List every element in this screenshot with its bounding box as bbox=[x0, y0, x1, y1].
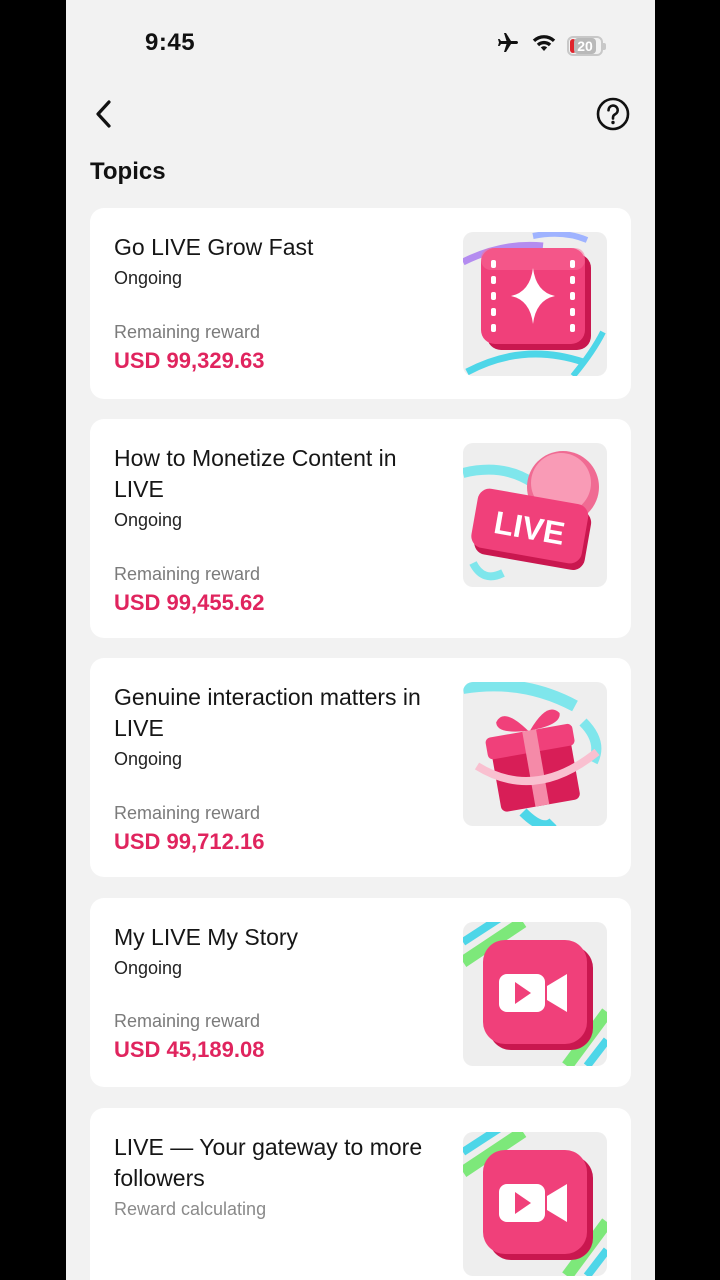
battery-icon: 20 bbox=[567, 35, 606, 56]
question-circle-icon bbox=[596, 97, 630, 131]
reward-value: USD 45,189.08 bbox=[114, 1037, 265, 1062]
topic-status: Reward calculating bbox=[114, 1199, 267, 1219]
airplane-icon bbox=[495, 31, 521, 60]
phone-screen: 9:45 20 Topics Go LIVE Grow Fast Ongoing… bbox=[66, 0, 655, 1280]
topic-status: Ongoing bbox=[114, 510, 183, 530]
live-badge-icon: LIVE bbox=[463, 451, 599, 581]
topic-thumbnail[interactable] bbox=[463, 922, 607, 1066]
reward-value: USD 99,455.62 bbox=[114, 590, 265, 615]
topic-status: Ongoing bbox=[114, 268, 183, 288]
reward-value: USD 99,329.63 bbox=[114, 348, 265, 373]
reward-label: Remaining reward bbox=[114, 322, 261, 342]
battery-level: 20 bbox=[574, 37, 596, 54]
topic-status: Ongoing bbox=[114, 958, 183, 978]
topic-card[interactable]: LIVE — Your gateway to more followers Re… bbox=[90, 1108, 631, 1280]
topic-card[interactable]: My LIVE My Story Ongoing Remaining rewar… bbox=[90, 898, 631, 1087]
help-button[interactable] bbox=[595, 96, 631, 132]
reward-label: Remaining reward bbox=[114, 564, 261, 584]
topic-card[interactable]: Go LIVE Grow Fast Ongoing Remaining rewa… bbox=[90, 208, 631, 399]
topic-thumbnail[interactable] bbox=[463, 682, 607, 826]
topic-title: LIVE — Your gateway to more followers bbox=[114, 1134, 423, 1191]
video-camera-icon bbox=[463, 1132, 607, 1276]
gift-box-icon bbox=[463, 682, 602, 826]
topic-title: How to Monetize Content in LIVE bbox=[114, 445, 397, 502]
topic-title: Go LIVE Grow Fast bbox=[114, 234, 314, 260]
topic-status: Ongoing bbox=[114, 749, 183, 769]
reward-label: Remaining reward bbox=[114, 1011, 261, 1031]
topic-title: My LIVE My Story bbox=[114, 924, 299, 950]
reward-label: Remaining reward bbox=[114, 803, 261, 823]
topic-thumbnail[interactable]: LIVE bbox=[463, 443, 607, 587]
section-title: Topics bbox=[90, 158, 166, 185]
topic-thumbnail[interactable] bbox=[463, 232, 607, 376]
video-camera-icon bbox=[463, 922, 607, 1066]
topic-card[interactable]: Genuine interaction matters in LIVE Ongo… bbox=[90, 658, 631, 877]
chevron-left-icon bbox=[96, 100, 111, 128]
topic-thumbnail[interactable] bbox=[463, 1132, 607, 1276]
wifi-icon bbox=[531, 32, 557, 59]
topic-card[interactable]: How to Monetize Content in LIVE Ongoing … bbox=[90, 419, 631, 638]
topic-title: Genuine interaction matters in LIVE bbox=[114, 684, 421, 741]
reward-value: USD 99,712.16 bbox=[114, 829, 265, 854]
sparkle-clapper-icon bbox=[463, 232, 606, 376]
status-icons: 20 bbox=[495, 31, 606, 60]
status-time: 9:45 bbox=[145, 29, 196, 56]
back-button[interactable] bbox=[86, 96, 122, 132]
status-bar: 9:45 20 bbox=[66, 0, 655, 88]
